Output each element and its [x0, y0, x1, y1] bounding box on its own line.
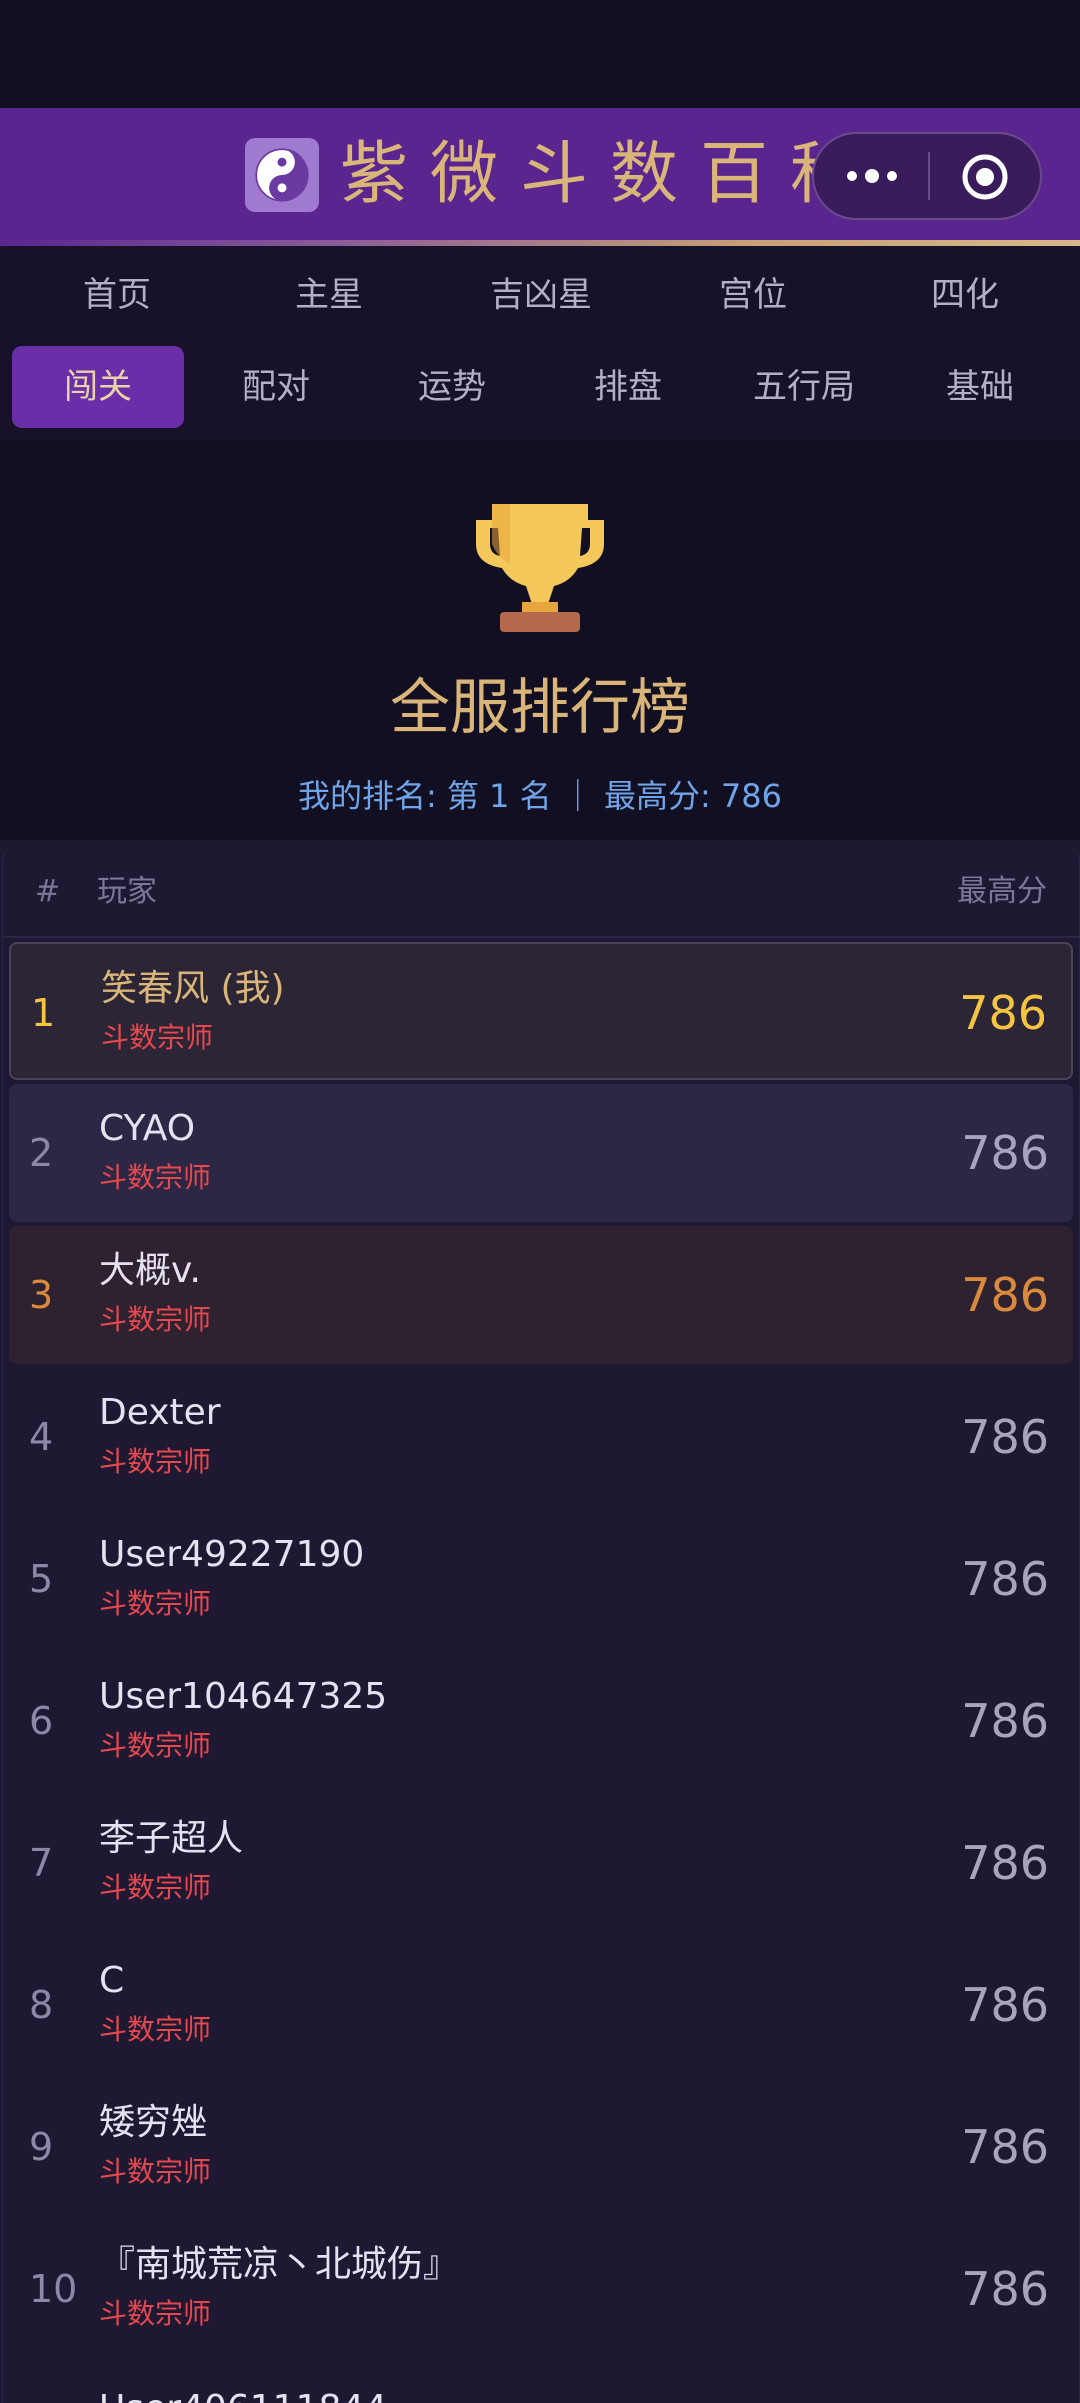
nav-item-home[interactable]: 首页 — [11, 270, 223, 320]
more-dots-icon[interactable] — [840, 164, 904, 188]
player-title: 斗数宗师 — [99, 2297, 212, 2330]
table-header: # 玩家 最高分 — [3, 846, 1079, 938]
table-row[interactable]: 3 大概v. 斗数宗师 786 — [9, 1226, 1073, 1364]
player-score: 786 — [961, 1694, 1049, 1748]
player-score: 786 — [961, 1410, 1049, 1464]
player-name: 『南城荒凉丶北城伤』 — [99, 2244, 460, 2285]
table-row[interactable]: 8 C 斗数宗师 786 — [9, 1936, 1073, 2074]
my-rank-summary: 我的排名: 第 1 名 ｜ 最高分: 786 — [297, 777, 783, 815]
target-circle-icon[interactable] — [960, 152, 1010, 202]
nav-item-main-stars[interactable]: 主星 — [223, 270, 435, 320]
player-name: 李子超人 — [99, 1818, 244, 1859]
column-header-score: 最高分 — [957, 874, 1047, 909]
table-row[interactable]: 6 User104647325 斗数宗师 786 — [9, 1652, 1073, 1790]
table-row[interactable]: 5 User49227190 斗数宗师 786 — [9, 1510, 1073, 1648]
player-title: 斗数宗师 — [99, 1587, 212, 1620]
leaderboard-hero: 全服排行榜 我的排名: 第 1 名 ｜ 最高分: 786 — [0, 440, 1080, 840]
player-name: C — [99, 1960, 125, 2001]
capsule-divider — [928, 152, 930, 200]
row-rank: 10 — [29, 2267, 78, 2311]
player-title: 斗数宗师 — [99, 1445, 212, 1478]
player-title: 斗数宗师 — [99, 1161, 212, 1194]
row-rank: 4 — [29, 1415, 54, 1459]
row-rank: 5 — [29, 1557, 54, 1601]
table-row[interactable]: 4 Dexter 斗数宗师 786 — [9, 1368, 1073, 1506]
mini-program-capsule — [812, 132, 1042, 220]
player-score: 786 — [959, 986, 1047, 1040]
player-title: 斗数宗师 — [101, 1021, 214, 1054]
row-rank: 7 — [29, 1841, 54, 1885]
player-name: 大概v. — [99, 1250, 201, 1291]
player-score: 786 — [961, 1268, 1049, 1322]
trophy-icon — [470, 494, 610, 634]
nav-item-four-transformations[interactable]: 四化 — [859, 270, 1071, 320]
nav-row-primary: 首页 主星 吉凶星 宫位 四化 — [0, 270, 1080, 320]
column-header-rank: # — [35, 874, 61, 909]
nav-item-five-elements[interactable]: 五行局 — [716, 346, 892, 428]
player-score: 786 — [961, 1552, 1049, 1606]
nav-item-palaces[interactable]: 宫位 — [647, 270, 859, 320]
nav-item-fortune[interactable]: 运势 — [364, 346, 540, 428]
player-score: 786 — [961, 1978, 1049, 2032]
player-name: 笑春风 (我) — [101, 968, 285, 1009]
column-header-player: 玩家 — [97, 874, 157, 909]
player-name: Dexter — [99, 1392, 221, 1433]
nav-row-secondary: 闯关 配对 运势 排盘 五行局 基础 — [12, 346, 1068, 430]
table-row[interactable]: 2 CYAO 斗数宗师 786 — [9, 1084, 1073, 1222]
leaderboard-title: 全服排行榜 — [390, 673, 690, 743]
player-name: 矮穷矬 — [99, 2102, 208, 2143]
player-score: 786 — [961, 2262, 1049, 2316]
table-row[interactable]: 7 李子超人 斗数宗师 786 — [9, 1794, 1073, 1932]
player-title: 斗数宗师 — [99, 1729, 212, 1762]
row-rank: 1 — [31, 991, 56, 1035]
row-rank: 9 — [29, 2125, 54, 2169]
player-name: User104647325 — [99, 1676, 388, 1717]
yin-yang-icon — [245, 138, 319, 212]
table-row[interactable]: 10 『南城荒凉丶北城伤』 斗数宗师 786 — [9, 2220, 1073, 2358]
app-title: 紫微斗数百科 — [340, 135, 881, 214]
category-nav: 首页 主星 吉凶星 宫位 四化 闯关 配对 运势 排盘 五行局 基础 — [0, 246, 1080, 440]
player-title: 斗数宗师 — [99, 1871, 212, 1904]
leaderboard-table: # 玩家 最高分 1 笑春风 (我) 斗数宗师 786 2 CYAO 斗数宗师 … — [2, 846, 1080, 2403]
table-row[interactable]: 9 矮穷矬 斗数宗师 786 — [9, 2078, 1073, 2216]
table-row[interactable]: 1 笑春风 (我) 斗数宗师 786 — [9, 942, 1073, 1080]
nav-item-basics[interactable]: 基础 — [892, 346, 1068, 428]
player-title: 斗数宗师 — [99, 2013, 212, 2046]
partial-row-player-name: User406111844 — [99, 2386, 387, 2403]
row-rank: 3 — [29, 1273, 54, 1317]
nav-item-matching[interactable]: 配对 — [188, 346, 364, 428]
nav-item-challenge[interactable]: 闯关 — [12, 346, 184, 428]
player-score: 786 — [961, 1126, 1049, 1180]
nav-item-chart[interactable]: 排盘 — [540, 346, 716, 428]
row-rank: 2 — [29, 1131, 54, 1175]
player-title: 斗数宗师 — [99, 2155, 212, 2188]
player-score: 786 — [961, 1836, 1049, 1890]
player-score: 786 — [961, 2120, 1049, 2174]
player-name: User49227190 — [99, 1534, 365, 1575]
player-name: CYAO — [99, 1108, 196, 1149]
row-rank: 8 — [29, 1983, 54, 2027]
page: 紫微斗数百科 首页 主星 吉凶星 宫位 四化 闯关 配对 运势 排盘 五行局 基… — [0, 0, 1080, 2403]
status-bar — [0, 0, 1080, 108]
player-title: 斗数宗师 — [99, 1303, 212, 1336]
row-rank: 6 — [29, 1699, 54, 1743]
nav-item-lucky-stars[interactable]: 吉凶星 — [435, 270, 647, 320]
